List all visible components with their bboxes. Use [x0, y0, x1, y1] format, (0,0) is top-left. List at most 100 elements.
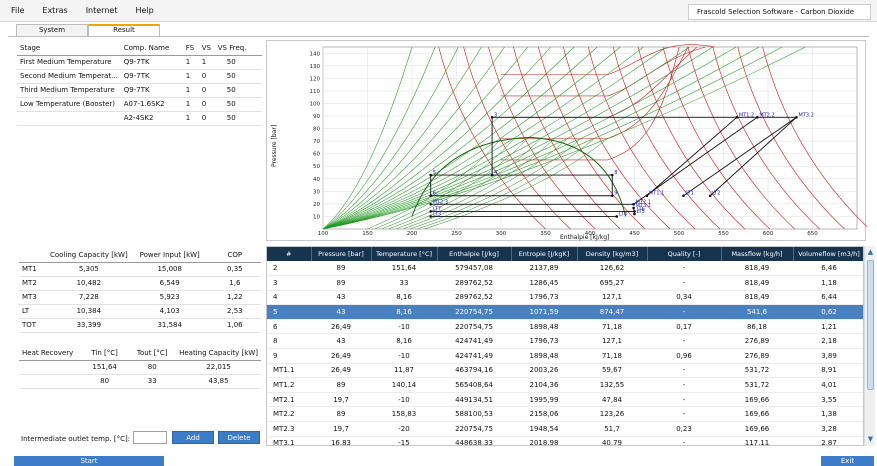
y-tick-label: 20 — [313, 202, 320, 208]
delete-button[interactable]: Delete — [218, 431, 260, 444]
scroll-up-icon[interactable]: ▲ — [866, 248, 875, 257]
grid-row[interactable]: 9 26,49 -10 424741,49 1898,48 71,18 0,96 276,89… — [267, 348, 863, 364]
grid-header: # Pressure [bar] Temperature [°C] Enthal… — [267, 247, 863, 261]
cap-stage: LT — [22, 307, 30, 315]
grid-cell: 86,18 — [721, 319, 793, 335]
stage-row[interactable]: Low Temperature (Booster) A07-1.6SK2 1 0 50 — [17, 97, 262, 112]
x-tick-label: 650 — [807, 231, 818, 237]
exit-button[interactable]: Exit — [821, 456, 874, 466]
grid-row[interactable]: MT1.2 89 140,14 565408,64 2104,36 132,55-531,… — [267, 377, 863, 393]
intermediate-temp-input[interactable] — [133, 431, 167, 444]
grid-col-pressure[interactable]: Pressure [bar] — [311, 247, 372, 261]
state-point — [615, 215, 618, 218]
stage-row[interactable]: Third Medium Temperature Q9-7TK 1 0 50 — [17, 83, 262, 98]
grid-cell: 43 — [311, 290, 371, 306]
scrollbar-thumb[interactable] — [867, 260, 874, 390]
state-point — [735, 115, 739, 119]
grid-col-density[interactable]: Density [kg/m3] — [577, 247, 648, 261]
y-tick-label: 130 — [310, 64, 321, 70]
x-tick-label: 550 — [718, 231, 729, 237]
menu-help[interactable]: Help — [132, 4, 156, 17]
grid-row[interactable]: 5 43 8,16 220754,75 1071,59 874,47-541,6 0,62 — [267, 304, 863, 320]
grid-row[interactable]: 8 43 8,16 424741,49 1796,73 127,1-276,89 2,18 — [267, 333, 863, 350]
grid-col-id[interactable]: # — [267, 247, 312, 261]
x-tick-label: 250 — [451, 231, 462, 237]
grid-cell: 59,67 — [577, 363, 647, 379]
grid-col-volumeflow[interactable]: Volumeflow [m3/h] — [793, 247, 863, 261]
grid-col-massflow[interactable]: Massflow [kg/h] — [721, 247, 794, 261]
grid-row[interactable]: 2 89 151,64 579457,08 2137,89 126,62-818,49 6,… — [267, 261, 863, 277]
tab-result[interactable]: Result — [88, 24, 160, 36]
grid-cell: 818,49 — [721, 290, 793, 306]
state-point — [610, 194, 614, 198]
grid-col-enthalpie[interactable]: Enthalpie [J/kg] — [437, 247, 512, 261]
cap-col-0 — [19, 248, 47, 262]
grid-row[interactable]: MT2.2 89 158,83 588100,53 2158,06 123,26-169,… — [267, 406, 863, 423]
cap-col-cop: COP — [227, 250, 243, 259]
state-point-label: LT2 — [712, 191, 720, 197]
grid-cell: - — [647, 436, 721, 445]
state-point — [490, 115, 494, 119]
grid-row[interactable]: 6 26,49 -10 220754,75 1898,48 71,18 0,17 86,18 1… — [267, 319, 863, 335]
grid-scrollbar[interactable]: ▲ ▼ — [864, 246, 875, 446]
grid-cell: 126,62 — [577, 261, 647, 277]
grid-cell: 276,89 — [721, 348, 793, 364]
grid-col-quality[interactable]: Quality [-] — [647, 247, 722, 261]
menu-internet[interactable]: Internet — [83, 4, 121, 17]
scroll-down-icon[interactable]: ▼ — [866, 435, 875, 444]
y-tick-label: 10 — [313, 214, 320, 220]
grid-cell: 158,83 — [371, 406, 437, 423]
heat-recovery-row: 80 33 43,85 — [19, 374, 261, 388]
stage-row[interactable]: First Medium Temperature Q9-7TK 1 1 50 — [17, 55, 262, 70]
stage-row[interactable]: A2-4SK2 1 0 50 — [17, 111, 262, 126]
cap-cop: 2,53 — [227, 307, 243, 315]
cap-cooling: 5,305 — [78, 265, 99, 273]
grid-row[interactable]: 4 43 8,16 289762,52 1796,73 127,1 0,34 818,49 6,… — [267, 290, 863, 306]
ph-diagram[interactable]: 3 4 5 6 8 9 MT1.1 MT1.2 MT2.1 MT2.2 MT2.3 MT3.1 LT1 M… — [266, 40, 867, 241]
capacity-row: TOT 33,399 31,584 1,06 — [19, 318, 261, 332]
grid-col-temperature[interactable]: Temperature [°C] — [371, 247, 438, 261]
cap-cop: 1,6 — [229, 279, 241, 287]
grid-cell: 89 — [311, 406, 371, 423]
menu-extras[interactable]: Extras — [39, 4, 70, 17]
hr-tout: 33 — [147, 377, 157, 385]
start-button[interactable]: Start — [14, 456, 164, 466]
grid-cell: 43 — [311, 333, 371, 350]
grid-col-entropie[interactable]: Entropie [J/kgK] — [511, 247, 578, 261]
grid-cell: 1796,73 — [511, 333, 577, 350]
grid-row[interactable]: 3 89 33 289762,52 1286,45 695,27-818,49 1,18 — [267, 275, 863, 291]
y-tick-label: 120 — [310, 76, 321, 82]
tab-system[interactable]: System — [16, 24, 88, 36]
add-button[interactable]: Add — [172, 431, 214, 444]
menu-bar: File Extras Internet Help Frascold Selec… — [0, 0, 877, 22]
x-tick-label: 450 — [629, 231, 640, 237]
grid-cell: 89 — [311, 261, 371, 277]
stage-row[interactable]: Second Medium Temperat... Q9-7TK 1 0 50 — [17, 69, 262, 84]
state-point — [429, 194, 432, 198]
chart-y-axis-label: Pressure [bar] — [271, 125, 278, 167]
col-fs: FS — [185, 43, 195, 52]
vs-freq: 50 — [214, 69, 262, 84]
state-points-grid[interactable]: # Pressure [bar] Temperature [°C] Enthal… — [266, 246, 864, 446]
grid-cell: 9 — [267, 348, 311, 364]
grid-cell: 1898,48 — [511, 319, 577, 335]
grid-cell: 2,18 — [793, 333, 863, 350]
grid-cell: - — [647, 363, 721, 379]
menu-file[interactable]: File — [8, 4, 27, 17]
y-tick-label: 90 — [313, 114, 320, 120]
grid-cell: 3 — [267, 275, 311, 291]
grid-row[interactable]: MT1.1 26,49 11,87 463794,16 2003,26 59,67-531… — [267, 363, 863, 379]
heat-recovery-table: Heat Recovery Tin [°C] Tout [°C] Heating… — [19, 346, 261, 389]
grid-row[interactable]: MT2.3 19,7 -20 220754,75 1948,54 51,7 0,23 169,… — [267, 421, 863, 437]
cap-cooling: 33,399 — [76, 321, 102, 329]
y-tick-label: 30 — [313, 189, 320, 195]
grid-cell: 220754,75 — [437, 319, 511, 335]
vs: 0 — [198, 69, 215, 84]
grid-row[interactable]: MT3.1 16,83 -15 448638,33 2018,98 40,79-117,1… — [267, 436, 863, 445]
state-point — [429, 173, 432, 177]
hr-capacity: 43,85 — [208, 377, 229, 385]
col-vs-freq: VS Freq. — [217, 43, 247, 52]
grid-row[interactable]: MT2.1 19,7 -10 449134,51 1995,99 47,84-169,66… — [267, 392, 863, 408]
grid-cell: 169,66 — [721, 392, 793, 408]
state-point — [645, 194, 649, 198]
